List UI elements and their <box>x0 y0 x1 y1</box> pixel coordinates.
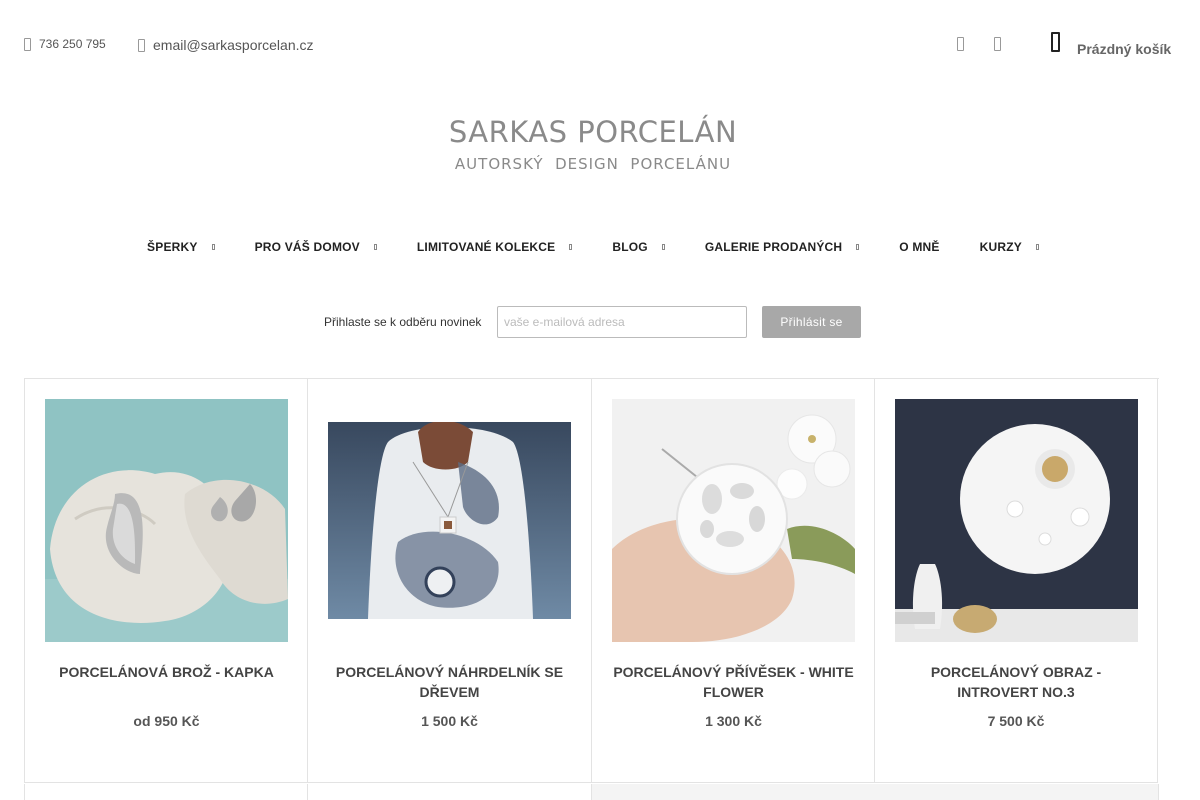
cart-icon[interactable] <box>1051 32 1060 52</box>
chevron-down-icon <box>569 244 573 250</box>
newsletter-label: Přihlaste se k odběru novinek <box>324 315 482 329</box>
chevron-down-icon <box>1035 244 1039 250</box>
product-card[interactable]: PORCELÁNOVÝ PŘÍVĚSEK - WHITE FLOWER 1 30… <box>591 379 875 783</box>
product-photo <box>328 422 571 619</box>
product-image-wall-art[interactable] <box>895 399 1138 642</box>
nav-item-label: BLOG <box>612 240 648 254</box>
phone-contact[interactable]: 736 250 795 <box>24 37 106 51</box>
nav-item-galerie-prodanych[interactable]: GALERIE PRODANÝCH <box>704 240 860 254</box>
chevron-down-icon <box>211 244 215 250</box>
nav-item-label: GALERIE PRODANÝCH <box>704 240 843 254</box>
product-image-pendant[interactable] <box>612 399 855 642</box>
nav-item-blog[interactable]: BLOG <box>612 240 665 254</box>
product-price: 1 300 Kč <box>705 713 762 729</box>
nav-item-pro-vas-domov[interactable]: PRO VÁŠ DOMOV <box>255 240 377 254</box>
nav-item-label: ŠPERKY <box>147 240 198 254</box>
product-name[interactable]: PORCELÁNOVÝ PŘÍVĚSEK - WHITE FLOWER <box>606 662 861 702</box>
user-icon[interactable] <box>957 37 964 51</box>
product-name[interactable]: PORCELÁNOVÝ NÁHRDELNÍK SE DŘEVEM <box>322 662 577 702</box>
top-bar: 736 250 795 email@sarkasporcelan.cz Práz… <box>0 0 1200 90</box>
product-image-necklace[interactable] <box>328 399 571 642</box>
newsletter-subscribe-button[interactable]: Přihlásit se <box>762 306 861 338</box>
newsletter-form: Přihlaste se k odběru novinek Přihlásit … <box>324 306 861 338</box>
chevron-down-icon <box>373 244 377 250</box>
product-card[interactable]: PORCELÁNOVÁ BROŽ - KAPKA od 950 Kč <box>24 379 308 783</box>
product-grid: PORCELÁNOVÁ BROŽ - KAPKA od 950 Kč PORCE… <box>24 378 1159 800</box>
product-card[interactable]: PORCELÁNOVÝ NÁHRDELNÍK SE DŘEVEM 1 500 K… <box>307 379 591 783</box>
product-image-brooch[interactable] <box>45 399 288 642</box>
nav-item-o-mne[interactable]: O MNĚ <box>899 240 939 254</box>
phone-icon <box>24 37 31 51</box>
product-price: od 950 Kč <box>133 713 200 729</box>
phone-number[interactable]: 736 250 795 <box>39 37 106 51</box>
search-icon[interactable] <box>994 37 1001 51</box>
newsletter-email-input[interactable] <box>497 306 747 338</box>
logo-title: SARKAS PORCELÁN <box>448 115 738 149</box>
product-price: 7 500 Kč <box>987 713 1045 729</box>
product-photo <box>612 399 855 642</box>
nav-item-label: O MNĚ <box>899 240 940 254</box>
nav-item-kurzy[interactable]: KURZY <box>980 240 1039 254</box>
chevron-down-icon <box>856 244 860 250</box>
product-card[interactable]: PORCELÁNOVÝ OBRAZ - INTROVERT NO.3 7 500… <box>874 379 1158 783</box>
product-name[interactable]: PORCELÁNOVÁ BROŽ - KAPKA <box>39 662 294 682</box>
email-contact[interactable]: email@sarkasporcelan.cz <box>138 37 314 53</box>
chevron-down-icon <box>661 244 665 250</box>
main-nav: ŠPERKY PRO VÁŠ DOMOV LIMITOVANÉ KOLEKCE … <box>0 240 1186 254</box>
product-card-next <box>591 784 1159 800</box>
nav-item-limitovane-kolekce[interactable]: LIMITOVANÉ KOLEKCE <box>417 240 573 254</box>
nav-item-sperky[interactable]: ŠPERKY <box>147 240 215 254</box>
product-name[interactable]: PORCELÁNOVÝ OBRAZ - INTROVERT NO.3 <box>889 662 1143 702</box>
nav-item-label: KURZY <box>979 240 1022 254</box>
product-card-next <box>307 784 591 800</box>
logo-subtitle: AUTORSKÝ DESIGN PORCELÁNU <box>454 155 732 173</box>
envelope-icon <box>138 38 145 52</box>
email-address[interactable]: email@sarkasporcelan.cz <box>153 37 314 53</box>
nav-item-label: PRO VÁŠ DOMOV <box>254 240 360 254</box>
next-product-row <box>24 784 1159 800</box>
product-card-next <box>24 784 307 800</box>
cart-label[interactable]: Prázdný košík <box>1077 41 1171 57</box>
site-logo[interactable]: SARKAS PORCELÁN AUTORSKÝ DESIGN PORCELÁN… <box>0 115 1186 173</box>
product-photo <box>895 399 1138 642</box>
product-price: 1 500 Kč <box>421 713 478 729</box>
product-photo <box>45 399 288 642</box>
nav-item-label: LIMITOVANÉ KOLEKCE <box>416 240 556 254</box>
